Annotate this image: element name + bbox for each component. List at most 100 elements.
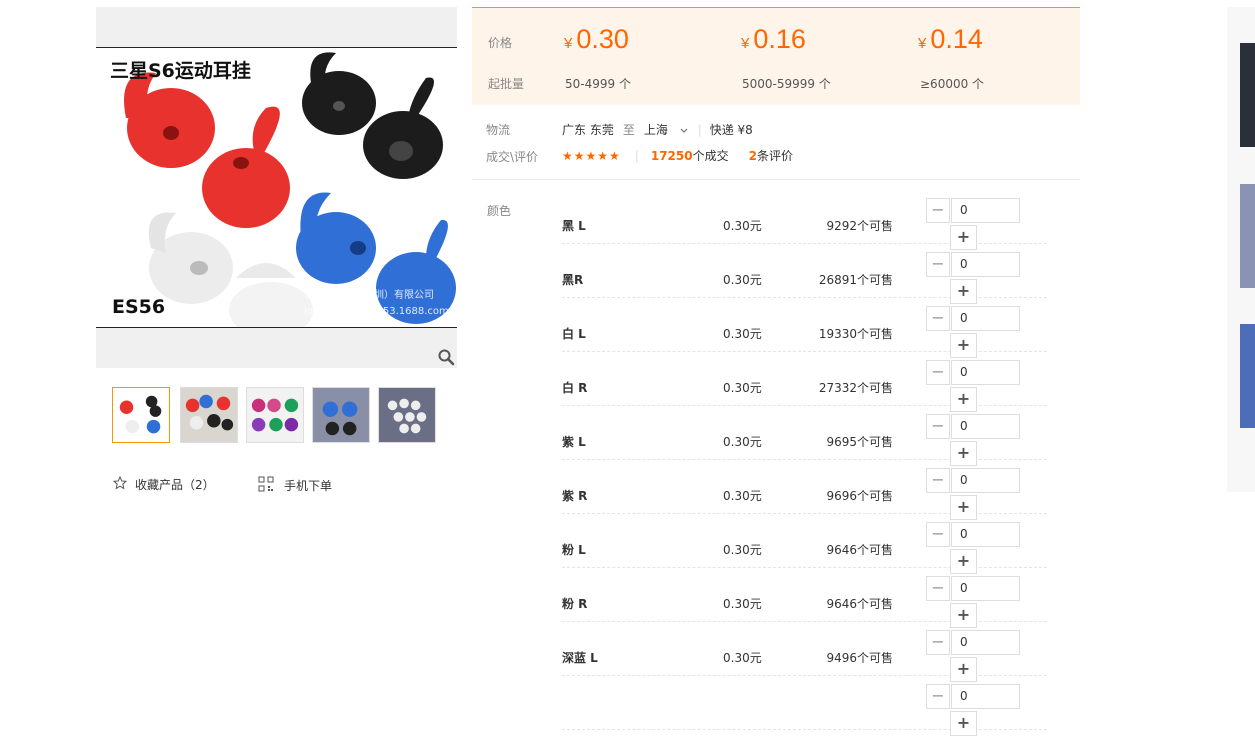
sku-row: 粉 L 0.30元 9646个可售 −0 + <box>562 513 1047 574</box>
tier-range: 5000-59999 个 <box>742 77 831 91</box>
color-label: 颜色 <box>487 204 512 218</box>
tier-price: ¥0.30 <box>564 24 629 55</box>
sku-name: 黑R <box>562 273 584 287</box>
quantity-input[interactable]: 0 <box>951 414 1020 439</box>
decrement-button[interactable]: − <box>926 198 950 223</box>
section-divider <box>472 179 1080 180</box>
quantity-stepper: −0 + <box>926 198 1020 250</box>
reviews-link[interactable]: 2条评价 <box>749 147 793 164</box>
currency-symbol: ¥ <box>564 35 573 52</box>
quantity-input[interactable]: 0 <box>951 360 1020 385</box>
image-title: 三星S6运动耳挂 <box>110 60 251 82</box>
decrement-button[interactable]: − <box>926 468 950 493</box>
sku-row: 深蓝 L 0.30元 9496个可售 −0 + <box>562 621 1047 682</box>
tier-price-value: 0.14 <box>930 24 983 54</box>
decrement-button[interactable]: − <box>926 522 950 547</box>
price-panel: 价格 起批量 ¥0.30 ¥0.16 ¥0.14 50-4999 个 5000-… <box>472 7 1080 105</box>
sku-stock: 9695个可售 <box>826 435 893 449</box>
recommend-thumbnail[interactable] <box>1240 324 1255 428</box>
quantity-input[interactable]: 0 <box>951 468 1020 493</box>
sku-row: 白 R 0.30元 27332个可售 −0 + <box>562 351 1047 412</box>
decrement-button[interactable]: − <box>926 306 950 331</box>
quantity-input[interactable]: 0 <box>951 522 1020 547</box>
sku-row: 紫 L 0.30元 9695个可售 −0 + <box>562 405 1047 466</box>
mobile-order-button[interactable]: 手机下单 <box>258 476 332 495</box>
sku-name: 黑 L <box>562 219 586 233</box>
decrement-button[interactable]: − <box>926 576 950 601</box>
decrement-button[interactable]: − <box>926 414 950 439</box>
ship-from: 广东 东莞 <box>562 123 614 137</box>
quantity-stepper: −0 + <box>926 306 1020 358</box>
decrement-button[interactable]: − <box>926 684 950 709</box>
quantity-stepper: −0 + <box>926 576 1020 628</box>
sku-stock: 9292个可售 <box>826 219 893 233</box>
deals-info: ★★★★★ | 17250 个成交 2条评价 <box>562 147 793 164</box>
sku-name: 紫 R <box>562 489 588 503</box>
decrement-button[interactable]: − <box>926 360 950 385</box>
sku-stock: 9646个可售 <box>826 543 893 557</box>
sku-name: 粉 R <box>562 597 588 611</box>
sku-row: 紫 R 0.30元 9696个可售 −0 + <box>562 459 1047 520</box>
star-outline-icon <box>112 475 128 493</box>
watermark-line: 巴巴园科技（深圳）有限公司 <box>304 290 434 301</box>
quantity-input[interactable]: 0 <box>951 306 1020 331</box>
recommend-thumbnail[interactable] <box>1240 184 1255 288</box>
thumbnail[interactable] <box>246 387 304 443</box>
sku-stock: 19330个可售 <box>818 327 893 341</box>
moq-label: 起批量 <box>488 77 525 91</box>
deal-count: 17250 <box>650 148 693 163</box>
tier-price-value: 0.16 <box>753 24 806 54</box>
thumbnail[interactable] <box>180 387 238 443</box>
thumbnail[interactable] <box>378 387 436 443</box>
quantity-input[interactable]: 0 <box>951 252 1020 277</box>
quantity-input[interactable]: 0 <box>951 630 1020 655</box>
favorite-button[interactable]: 收藏产品（2） <box>112 475 215 493</box>
deals-label: 成交\评价 <box>486 150 539 164</box>
tier-price: ¥0.14 <box>918 24 983 55</box>
currency-symbol: ¥ <box>918 35 927 52</box>
sku-stock: 27332个可售 <box>818 381 893 395</box>
sku-price: 0.30元 <box>723 597 762 611</box>
quantity-stepper: −0 + <box>926 414 1020 466</box>
sku-name: 白 L <box>562 327 586 341</box>
sku-row: 黑R 0.30元 26891个可售 −0 + <box>562 243 1047 304</box>
sku-price: 0.30元 <box>723 543 762 557</box>
divider: | <box>697 122 702 137</box>
increment-button[interactable]: + <box>950 711 977 736</box>
sku-stock: 26891个可售 <box>818 273 893 287</box>
logistics-info: 广东 东莞 至 上海 | 快递 ¥8 <box>562 121 753 138</box>
rating-stars: ★★★★★ <box>562 148 621 163</box>
image-watermark: 巴巴园科技（深圳）有限公司 lop465870518353.1688.com <box>304 288 449 320</box>
tier-range: 50-4999 个 <box>565 77 631 91</box>
quantity-input[interactable]: 0 <box>951 198 1020 223</box>
review-count: 2 <box>748 149 757 163</box>
currency-symbol: ¥ <box>741 35 750 52</box>
favorite-label: 收藏产品（2） <box>135 478 215 492</box>
image-code: ES56 <box>112 296 166 318</box>
sku-stock: 9646个可售 <box>826 597 893 611</box>
magnifier-icon[interactable] <box>437 348 455 366</box>
quantity-stepper: −0 + <box>926 630 1020 682</box>
recommend-thumbnail[interactable] <box>1240 43 1255 147</box>
quantity-input[interactable]: 0 <box>951 684 1020 709</box>
thumbnail[interactable] <box>112 387 170 443</box>
ship-to-select[interactable]: 上海 <box>644 121 688 138</box>
sku-row: −0 + <box>562 675 1047 736</box>
tier-range: ≥60000 个 <box>920 77 985 91</box>
deal-count-suffix: 个成交 <box>692 149 729 163</box>
decrement-button[interactable]: − <box>926 630 950 655</box>
tier-price-value: 0.30 <box>576 24 629 54</box>
sku-price: 0.30元 <box>723 489 762 503</box>
sku-price: 0.30元 <box>723 327 762 341</box>
sku-row: 白 L 0.30元 19330个可售 −0 + <box>562 297 1047 358</box>
sku-price: 0.30元 <box>723 381 762 395</box>
quantity-input[interactable]: 0 <box>951 576 1020 601</box>
divider: | <box>634 148 639 163</box>
sku-stock: 9696个可售 <box>826 489 893 503</box>
recommend-sidebar <box>1227 7 1255 492</box>
main-product-image[interactable]: 三星S6运动耳挂 ES56 巴巴园科技（深圳）有限公司 lop465870518… <box>96 47 457 328</box>
watermark-line: lop465870518353.1688.com <box>304 306 449 317</box>
sku-price: 0.30元 <box>723 219 762 233</box>
thumbnail[interactable] <box>312 387 370 443</box>
decrement-button[interactable]: − <box>926 252 950 277</box>
